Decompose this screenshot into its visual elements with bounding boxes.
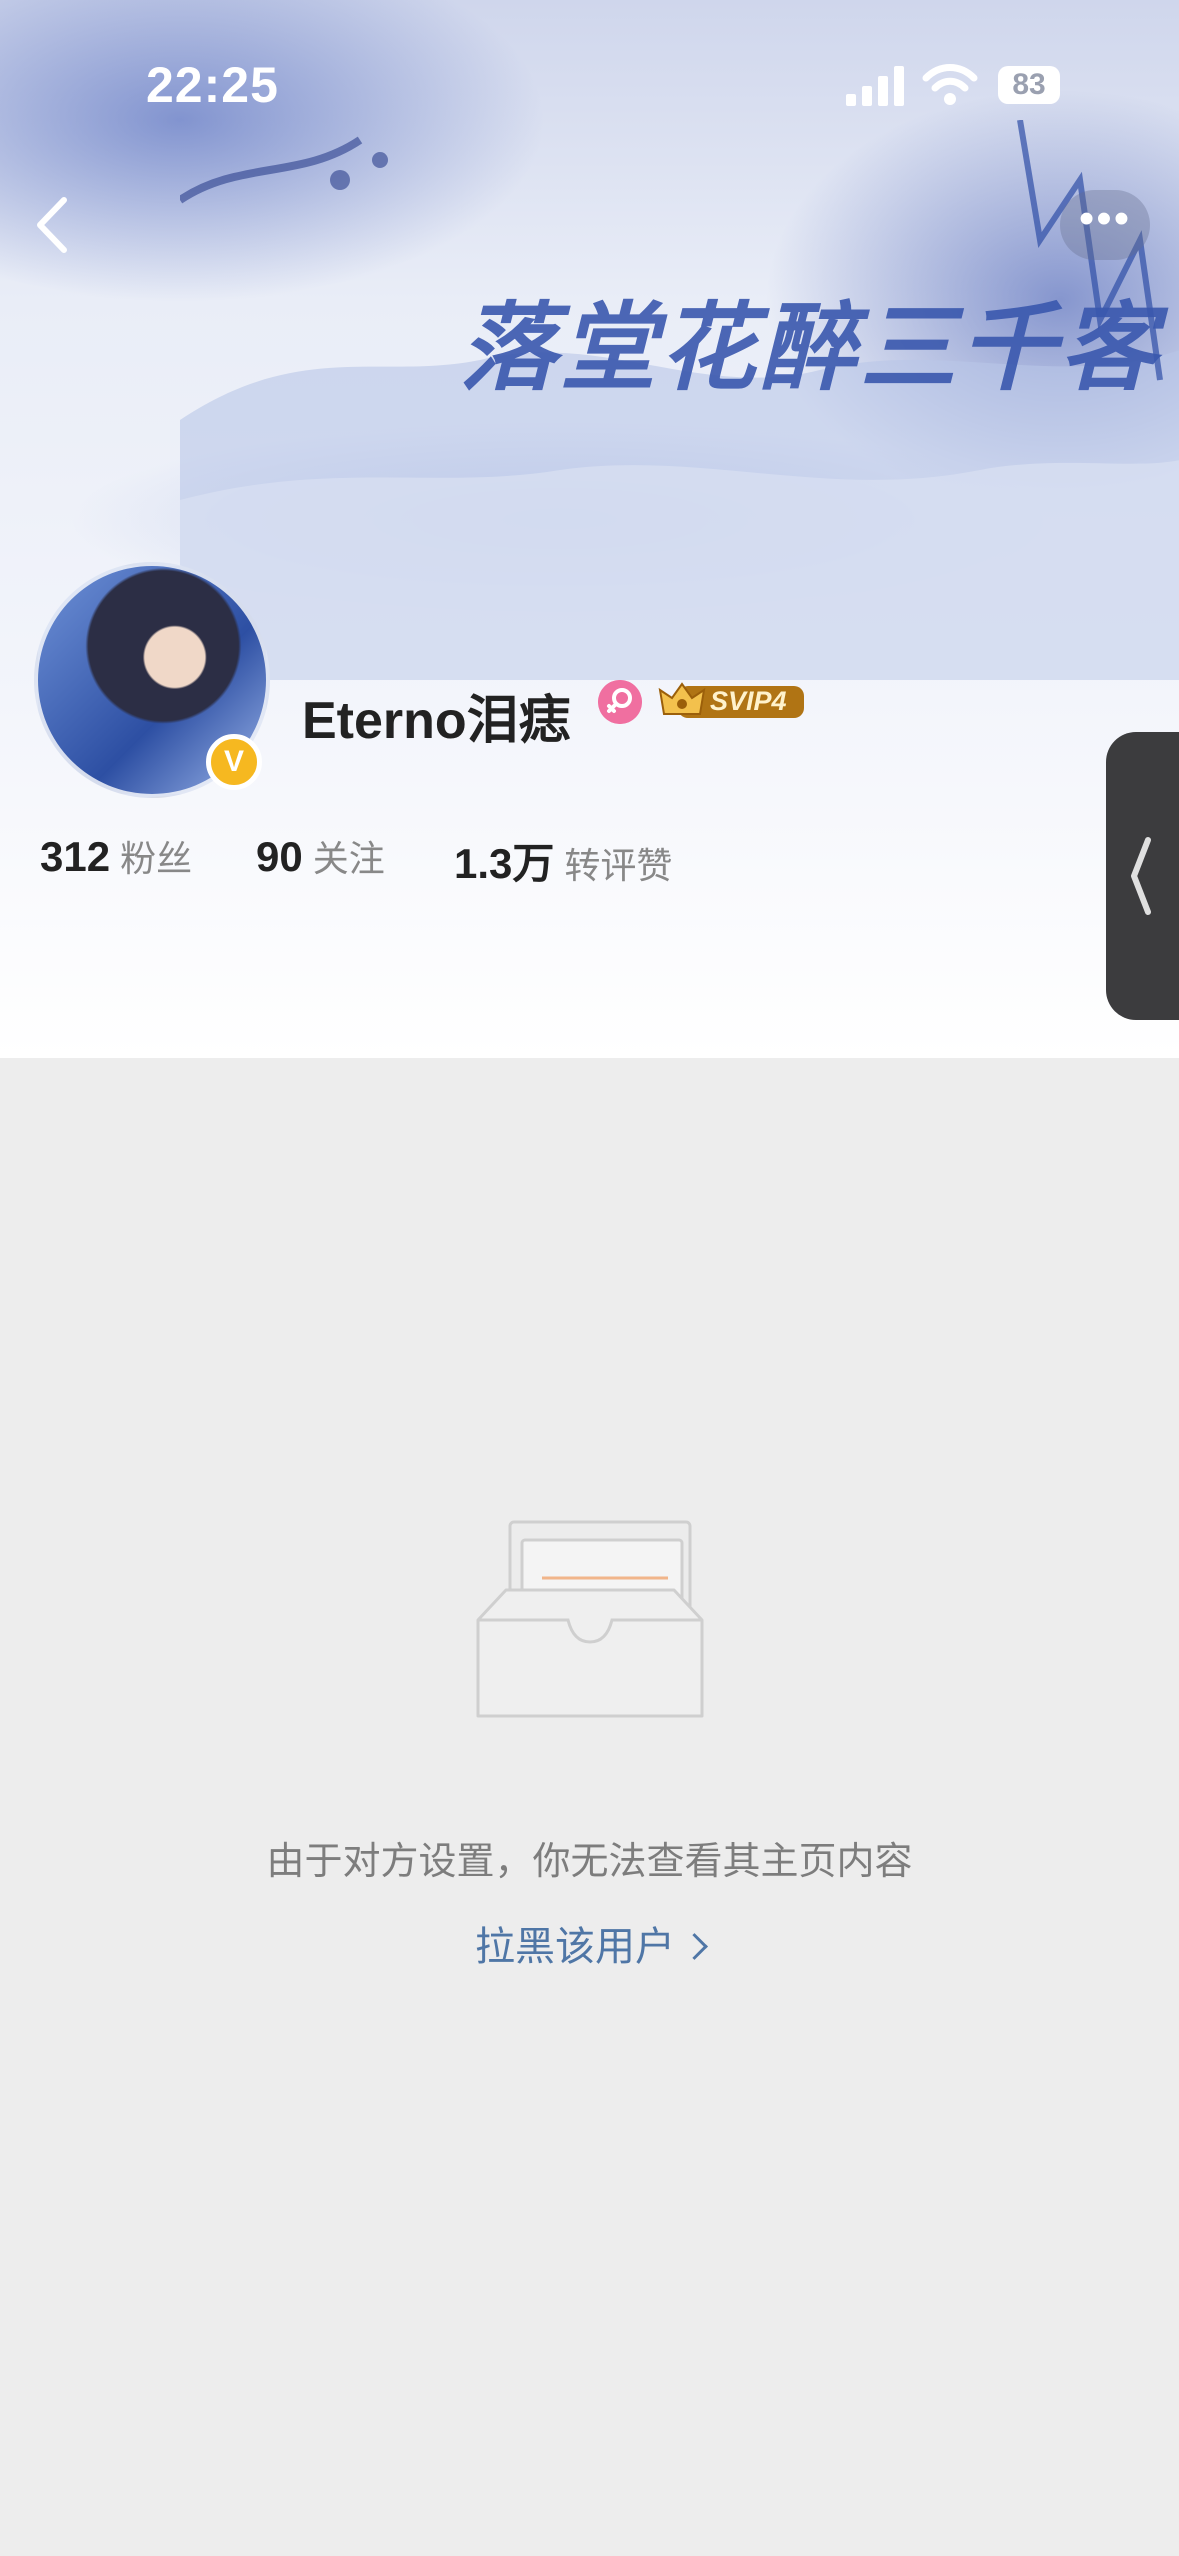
side-panel-tab[interactable]: [1106, 732, 1179, 1020]
stat-followers[interactable]: 312 粉丝: [40, 830, 192, 882]
chevron-right-icon: [681, 1933, 708, 1960]
status-time: 22:25: [146, 57, 279, 113]
more-icon: •••: [1078, 194, 1132, 243]
more-button[interactable]: •••: [1060, 190, 1150, 260]
svip-label: SVIP4: [710, 686, 787, 716]
empty-inbox-icon: [476, 1520, 704, 1718]
signal-icon: [846, 66, 904, 106]
block-user-link[interactable]: 拉黑该用户: [0, 1914, 1179, 1972]
svip-badge[interactable]: SVIP4: [658, 680, 806, 722]
block-user-label: 拉黑该用户: [475, 1925, 675, 1969]
stat-following[interactable]: 90 关注: [256, 830, 385, 882]
side-collapse-icon: [1131, 837, 1151, 915]
username: Eterno泪痣: [302, 692, 571, 750]
stat-value: 1.3万: [454, 840, 555, 887]
stat-label: 粉丝: [120, 838, 193, 879]
back-icon[interactable]: [24, 190, 84, 260]
battery-icon: 83: [998, 66, 1060, 104]
female-icon: [598, 680, 642, 724]
verified-badge: V: [206, 734, 262, 790]
banner-calligraphy: 落堂花醉三千客: [460, 291, 1160, 404]
empty-state-message: 由于对方设置，你无法查看其主页内容: [266, 1841, 913, 1883]
stat-value: 90: [256, 833, 303, 880]
stat-label: 转评赞: [564, 845, 673, 886]
wifi-icon: [922, 64, 978, 105]
stat-label: 关注: [312, 838, 385, 879]
stat-value: 312: [40, 833, 111, 880]
profile-header-banner: 落堂花醉三千客 22:25 83 ••• V Eterno泪痣 SVIP4 31…: [0, 0, 1179, 1058]
battery-level: 83: [1012, 68, 1046, 101]
stat-engagement[interactable]: 1.3万 转评赞: [454, 830, 672, 891]
status-bar: 22:25 83: [0, 0, 1179, 170]
